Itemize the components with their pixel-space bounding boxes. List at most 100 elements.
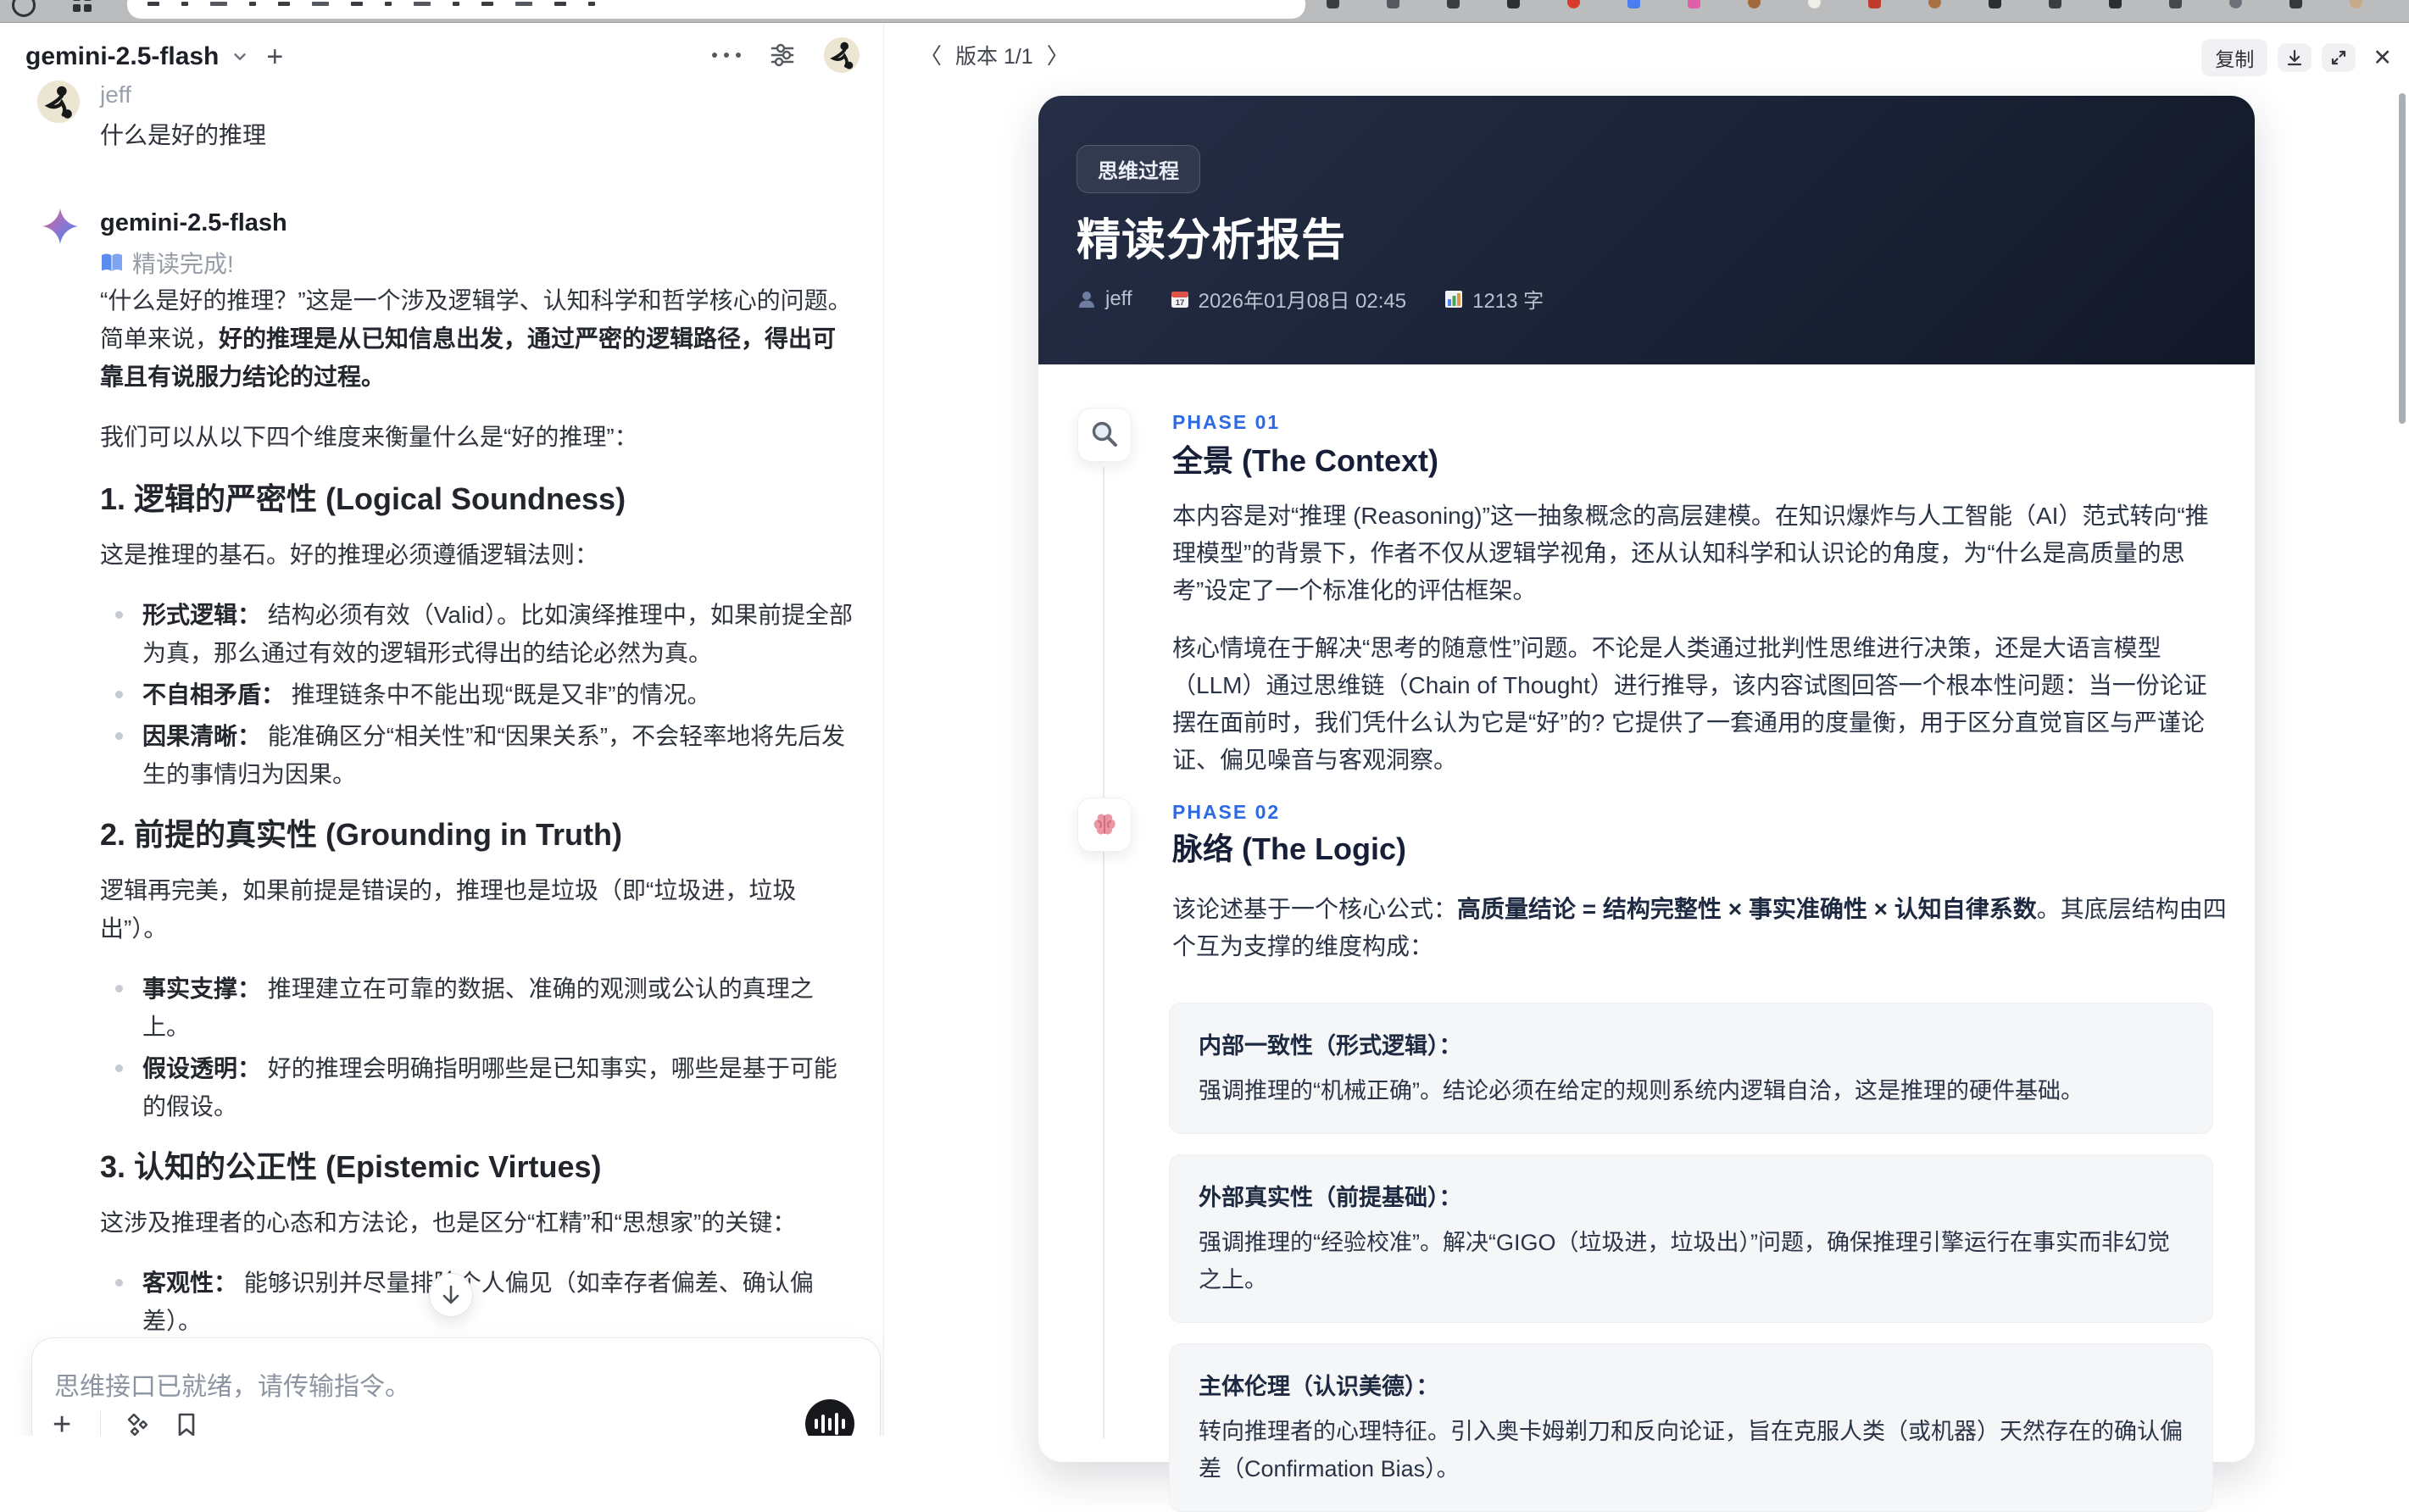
phase-title: 脉络 (The Logic) [1172, 831, 1406, 866]
chat-header: gemini-2.5-flash + [0, 22, 883, 78]
brown-extension-icon[interactable] [1748, 0, 1761, 8]
attach-button[interactable]: + [46, 1409, 78, 1436]
report-meta: jeff 17 2026年01月08日 02:45 1213 字 [1077, 284, 1544, 314]
status-badge: 思维过程 [1077, 145, 1200, 193]
list-item: 不自相矛盾： 推理链条中不能出现“既是又非”的情况。 [100, 675, 856, 714]
meta-author: jeff [1077, 287, 1132, 311]
redbox-extension-icon[interactable] [1868, 0, 1881, 8]
list-item: 因果清晰： 能准确区分“相关性”和“因果关系”，不会轻率地将先后发生的事情归为因… [100, 717, 856, 793]
voice-input-button[interactable] [805, 1399, 854, 1436]
download-icon [2288, 49, 2302, 66]
arrow-down-icon [442, 1285, 459, 1304]
logic-card: 主体伦理（认识美德）： 转向推理者的心理特征。引入奥卡姆剃刀和反向论证，旨在克服… [1169, 1343, 2213, 1512]
user-name: jeff [100, 81, 131, 108]
list-item: 事实支撑： 推理建立在可靠的数据、准确的观测或公认的真理之上。 [100, 970, 856, 1046]
app-window: gemini-2.5-flash + jeff 什么是好的推理 gemini-2… [0, 22, 2409, 1512]
tan-extension-icon[interactable] [1928, 0, 1941, 8]
list-item: 假设透明： 好的推理会明确指明哪些是已知事实，哪些是基于可能的假设。 [100, 1049, 856, 1126]
divider [100, 1411, 102, 1436]
binoculars-extension-icon[interactable] [2289, 0, 2302, 8]
report-header: 思维过程 精读分析报告 jeff 17 2026年01月08日 02:45 12… [1038, 96, 2255, 364]
star-icon[interactable] [1447, 0, 1460, 8]
expand-button[interactable] [2322, 43, 2356, 72]
scrollbar-thumb[interactable] [2399, 93, 2406, 424]
sparkle-diamond-icon[interactable] [123, 1410, 152, 1436]
brain-icon [1077, 798, 1132, 852]
user-avatar [37, 81, 80, 123]
profile-extension-icon[interactable] [2350, 0, 2362, 8]
version-next-button[interactable]: 〉 [1047, 39, 1069, 70]
scroll-to-bottom-button[interactable] [429, 1273, 473, 1317]
apps-grid-icon[interactable] [73, 0, 92, 12]
pin-extension-icon[interactable] [1989, 0, 2001, 8]
list-item: 客观性： 能够识别并尽量排除个人偏见（如幸存者偏差、确认偏差）。 [100, 1264, 856, 1340]
settings-sliders-icon[interactable] [770, 42, 795, 68]
new-chat-button[interactable]: + [266, 42, 283, 71]
logic-card: 外部真实性（前提基础）： 强调推理的“经验校准”。解决“GIGO（垃圾进，垃圾出… [1169, 1154, 2213, 1323]
copy-button[interactable]: 复制 [2201, 39, 2268, 76]
section-heading: 1. 逻辑的严密性 (Logical Soundness) [100, 481, 626, 516]
section-lead: 这涉及推理者的心态和方法论，也是区分“杠精”和“思想家”的关键： [100, 1209, 797, 1236]
card-title: 主体伦理（认识美德）： [1199, 1374, 1439, 1399]
panel-actions: 复制 ✕ [2201, 39, 2399, 76]
phase-intro: 该论述基于一个核心公式：高质量结论 = 结构完整性 × 事实准确性 × 认知自律… [1172, 896, 2227, 959]
plus-extension-icon[interactable] [2049, 0, 2061, 8]
report-card: 思维过程 精读分析报告 jeff 17 2026年01月08日 02:45 12… [1038, 96, 2255, 1512]
assistant-status: 精读完成! [100, 246, 234, 280]
chevron-down-icon[interactable] [231, 47, 249, 66]
mask-extension-icon[interactable] [1808, 0, 1821, 8]
assistant-message-body: “什么是好的推理？”这是一个涉及逻辑学、认知科学和哲学核心的问题。简单来说，好的… [100, 281, 856, 1436]
meta-datetime: 17 2026年01月08日 02:45 [1170, 284, 1406, 314]
phone-extension-icon[interactable] [2169, 0, 2182, 8]
person-icon [1079, 291, 1094, 308]
version-navigator: 〈 版本 1/1 〉 [920, 39, 1069, 70]
red-extension-icon[interactable] [1567, 0, 1580, 8]
intro-paragraph: “什么是好的推理？”这是一个涉及逻辑学、认知科学和哲学核心的问题。简单来说，好的… [100, 287, 852, 390]
logic-card: 内部一致性（形式逻辑）： 强调推理的“机械正确”。结论必须在给定的规则系统内逻辑… [1169, 1003, 2213, 1134]
section-heading: 2. 前提的真实性 (Grounding in Truth) [100, 817, 622, 852]
bullet-list: 形式逻辑： 结构必须有效（Valid）。比如演绎推理中，如果前提全部为真，那么通… [100, 596, 856, 793]
user-avatar[interactable] [824, 37, 860, 73]
report-panel: 〈 版本 1/1 〉 复制 ✕ 思维过程 精读分析报告 jeff 17 2026… [884, 22, 2409, 1512]
address-bar[interactable] [127, 0, 1305, 19]
pink-extension-icon[interactable] [1688, 0, 1700, 8]
extension-icons-row[interactable] [1327, 0, 2409, 8]
phase-paragraph: 本内容是对“推理 (Reasoning)”这一抽象概念的高层建模。在知识爆炸与人… [1172, 503, 2209, 603]
bar-chart-icon [1445, 290, 1463, 308]
phase-label: PHASE 02 [1172, 801, 1281, 823]
version-prev-button[interactable]: 〈 [920, 39, 942, 70]
chat-input-card: 思维接口已就绪，请传输指令。 + [31, 1337, 881, 1436]
download-button[interactable] [2278, 43, 2312, 72]
browser-toolbar [0, 0, 2409, 23]
bookmark-icon[interactable] [174, 1411, 199, 1436]
gemini-star-icon [41, 207, 80, 246]
dimensions-lead: 我们可以从以下四个维度来衡量什么是“好的推理”： [100, 424, 638, 450]
section-heading: 3. 认知的公正性 (Epistemic Virtues) [100, 1149, 602, 1184]
close-button[interactable]: ✕ [2366, 45, 2399, 71]
chat-panel: gemini-2.5-flash + jeff 什么是好的推理 gemini-2… [0, 22, 884, 1436]
pen-extension-icon[interactable] [2109, 0, 2122, 8]
list-item: 形式逻辑： 结构必须有效（Valid）。比如演绎推理中，如果前提全部为真，那么通… [100, 596, 856, 672]
magnifier-icon [1077, 408, 1132, 462]
card-body: 转向推理者的心理特征。引入奥卡姆剃刀和反向论证，旨在克服人类（或机器）天然存在的… [1199, 1419, 2183, 1481]
phase-timeline [1103, 467, 1104, 1438]
phase-label: PHASE 01 [1172, 411, 1281, 433]
address-bar-text-clipped [147, 2, 595, 6]
blue-extension-icon[interactable] [1627, 0, 1640, 8]
reload-icon[interactable] [12, 0, 36, 17]
section-lead: 逻辑再完美，如果前提是错误的，推理也是垃圾（即“垃圾进，垃圾出”）。 [100, 877, 797, 942]
chat-input[interactable]: 思维接口已就绪，请传输指令。 [54, 1365, 410, 1403]
sidepanel-icon[interactable] [1387, 0, 1399, 8]
phase-paragraph: 核心情境在于解决“思考的随意性”问题。不论是人类通过批判性思维进行决策，还是大语… [1172, 635, 2207, 773]
bullet-list: 事实支撑： 推理建立在可靠的数据、准确的观测或公认的真理之上。 假设透明： 好的… [100, 970, 856, 1126]
crown-icon[interactable] [1507, 0, 1520, 8]
card-title: 内部一致性（形式逻辑）： [1199, 1033, 1462, 1059]
model-selector[interactable]: gemini-2.5-flash [25, 42, 219, 71]
svg-text:17: 17 [1175, 298, 1184, 308]
bookmark-icon[interactable] [1327, 0, 1339, 8]
more-options-icon[interactable] [712, 53, 741, 58]
phase-title: 全景 (The Context) [1172, 443, 1438, 478]
circle-extension-icon[interactable] [2229, 0, 2242, 8]
expand-icon [2332, 50, 2346, 65]
book-icon [102, 253, 122, 271]
